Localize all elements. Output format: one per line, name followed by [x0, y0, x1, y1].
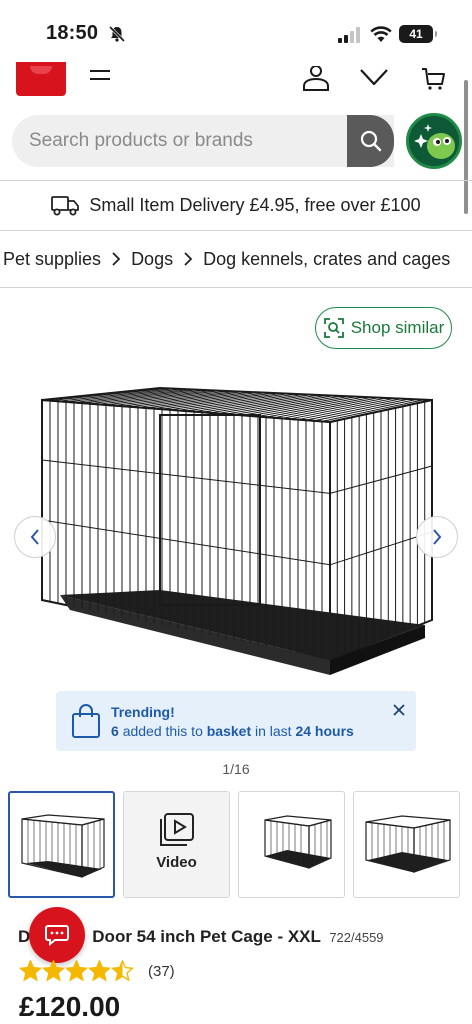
crate-thumbnail-image [264, 815, 332, 869]
product-title-end: Door 54 inch Pet Cage - XXL [92, 927, 321, 946]
product-price: £120.00 [19, 991, 121, 1022]
signal-icon [338, 27, 360, 43]
breadcrumb: Pet supplies Dogs Dog kennels, crates an… [3, 238, 450, 280]
video-label: Video [156, 854, 197, 871]
account-icon[interactable] [300, 66, 332, 92]
search-input[interactable] [12, 115, 346, 167]
battery-indicator: 41 [399, 25, 437, 43]
trending-title: Trending! [111, 704, 175, 720]
star-icon [111, 960, 134, 982]
search-button[interactable] [347, 115, 394, 167]
star-icon [88, 960, 111, 982]
divider [0, 230, 472, 231]
shop-similar-button[interactable]: Shop similar [315, 307, 452, 349]
sparkle-mascot-icon [409, 116, 459, 166]
trending-message: 6 added this to basket in last 24 hours [111, 723, 354, 739]
search-icon [360, 130, 381, 152]
chevron-left-icon [30, 529, 39, 545]
gallery-prev-button[interactable] [14, 516, 56, 558]
trending-text-before: added this to [122, 723, 203, 739]
product-rating[interactable]: (37) [19, 960, 175, 982]
chat-button[interactable] [29, 907, 85, 963]
thumbnail-strip: Video [8, 791, 472, 899]
basket-icon[interactable] [420, 66, 446, 90]
bell-muted-icon [108, 25, 126, 43]
wifi-icon [370, 26, 392, 42]
crate-thumbnail-image [21, 814, 105, 878]
star-icon [42, 960, 65, 982]
product-image-gallery[interactable] [0, 360, 472, 680]
product-code: 722/4559 [329, 930, 384, 945]
truck-icon [51, 196, 80, 216]
delivery-banner: Small Item Delivery £4.95, free over £10… [0, 181, 472, 229]
breadcrumb-dog-kennels[interactable]: Dog kennels, crates and cages [203, 249, 450, 270]
chevron-right-icon [112, 252, 121, 266]
star-icon [65, 960, 88, 982]
delivery-text: Small Item Delivery £4.95, free over £10… [89, 194, 421, 215]
status-bar: 18:50 41 [0, 0, 472, 62]
thumbnail-4[interactable] [353, 791, 460, 898]
trending-basket: basket [206, 723, 252, 739]
rating-stars [19, 960, 134, 982]
gallery-next-button[interactable] [416, 516, 458, 558]
crate-thumbnail-image [365, 815, 451, 873]
gallery-page-indicator: 1/16 [222, 761, 250, 777]
breadcrumb-dogs[interactable]: Dogs [131, 249, 173, 270]
site-header [0, 62, 472, 98]
thumbnail-1[interactable] [8, 791, 115, 898]
trending-hours: 24 hours [295, 723, 354, 739]
trending-count: 6 [111, 723, 119, 739]
chevron-right-icon [433, 529, 442, 545]
menu-icon[interactable] [88, 68, 112, 84]
trending-banner: Trending! 6 added this to basket in last… [56, 691, 416, 751]
shop-similar-label: Shop similar [350, 318, 445, 337]
ai-assistant-avatar[interactable] [406, 113, 462, 169]
shopping-bag-icon [72, 704, 100, 738]
divider [0, 287, 472, 288]
video-play-icon [160, 813, 194, 846]
product-image [41, 386, 433, 675]
close-icon[interactable] [392, 703, 406, 717]
thumbnail-video[interactable]: Video [123, 791, 230, 898]
chevron-right-icon [184, 252, 193, 266]
wishlist-heart-icon[interactable] [358, 64, 390, 88]
search-bar [12, 115, 394, 167]
status-time: 18:50 [46, 22, 99, 44]
breadcrumb-pet-supplies[interactable]: Pet supplies [3, 249, 101, 270]
trending-text-middle: in last [255, 723, 292, 739]
brand-logo[interactable] [16, 62, 66, 96]
star-icon [19, 960, 42, 982]
review-count[interactable]: (37) [148, 963, 175, 980]
thumbnail-3[interactable] [238, 791, 345, 898]
visual-search-icon [323, 318, 344, 338]
chat-icon [45, 925, 69, 946]
battery-level: 41 [409, 27, 423, 41]
